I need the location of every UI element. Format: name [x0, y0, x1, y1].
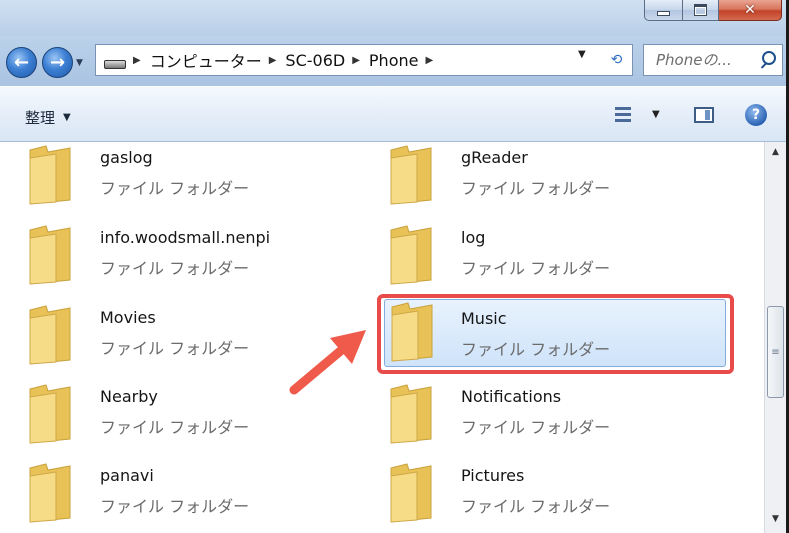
folder-icon [390, 384, 432, 444]
item-name: info.woodsmall.nenpi [100, 228, 271, 247]
command-bar: 整理 ▼ ▼ ? [0, 86, 789, 142]
title-bar: ✕ [0, 0, 789, 36]
item-name: Nearby [100, 387, 158, 406]
scroll-down-button[interactable]: ▼ [765, 509, 786, 529]
item-name: Notifications [461, 387, 562, 406]
item-type: ファイル フォルダー [461, 418, 611, 437]
folder-icon [390, 145, 432, 205]
list-item[interactable]: log ファイル フォルダー [361, 222, 715, 296]
item-type: ファイル フォルダー [100, 179, 250, 198]
help-button[interactable]: ? [745, 104, 767, 126]
list-item[interactable]: info.woodsmall.nenpi ファイル フォルダー [0, 222, 354, 296]
views-dropdown-icon[interactable]: ▼ [652, 109, 660, 120]
item-name: Pictures [461, 466, 525, 485]
item-name: gReader [461, 148, 528, 167]
minimize-icon [657, 11, 670, 16]
arrow-left-icon: ← [13, 52, 30, 73]
close-button[interactable]: ✕ [719, 0, 782, 21]
drive-icon [104, 59, 126, 69]
scroll-thumb[interactable]: ≡ [767, 306, 784, 398]
explorer-window: ✕ ← → ▼ ▶ コンピューター ▶ SC-06D ▶ Phone ▶ ▼ ⟲… [0, 0, 789, 533]
folder-icon [390, 225, 432, 285]
item-name: panavi [100, 466, 154, 485]
list-item-selected[interactable]: Music ファイル フォルダー [384, 299, 726, 367]
folder-icon [390, 463, 432, 523]
change-view-button[interactable] [615, 106, 637, 126]
item-name: gaslog [100, 148, 153, 167]
list-item[interactable]: panavi ファイル フォルダー [0, 460, 354, 533]
preview-pane-button[interactable] [694, 107, 714, 123]
scroll-up-button[interactable]: ▲ [765, 142, 786, 162]
item-type: ファイル フォルダー [100, 497, 250, 516]
list-item[interactable]: Pictures ファイル フォルダー [361, 460, 715, 533]
views-icon-bar [615, 119, 631, 122]
chevron-down-icon: ▼ [63, 112, 71, 123]
arrow-callout-icon [289, 330, 366, 395]
folder-icon [29, 463, 71, 523]
maximize-icon [694, 4, 707, 16]
list-item[interactable]: gReader ファイル フォルダー [361, 142, 715, 216]
recent-pages-dropdown[interactable]: ▼ [76, 58, 84, 68]
item-name: log [461, 228, 486, 247]
organize-label: 整理 [25, 109, 56, 127]
minimize-button[interactable] [644, 0, 683, 21]
caption-buttons: ✕ [644, 0, 782, 22]
breadcrumb-computer[interactable]: コンピューター [150, 48, 262, 72]
item-type: ファイル フォルダー [461, 497, 611, 516]
back-button[interactable]: ← [6, 47, 37, 78]
arrow-right-icon: → [49, 52, 66, 73]
file-list: gaslog ファイル フォルダー info.woodsmall.nenpi フ… [0, 142, 764, 533]
close-icon: ✕ [744, 2, 756, 18]
breadcrumb-phone[interactable]: Phone [369, 51, 419, 70]
item-type: ファイル フォルダー [100, 259, 250, 278]
refresh-button[interactable]: ⟲ [601, 44, 633, 76]
chevron-right-icon[interactable]: ▶ [133, 55, 141, 66]
item-type: ファイル フォルダー [461, 179, 611, 198]
organize-button[interactable]: 整理 ▼ [25, 107, 71, 128]
address-dropdown-icon[interactable]: ▼ [578, 49, 586, 60]
folder-icon [29, 384, 71, 444]
address-bar[interactable]: ▶ コンピューター ▶ SC-06D ▶ Phone ▶ [95, 44, 603, 76]
search-box[interactable] [643, 44, 783, 76]
item-type: ファイル フォルダー [461, 259, 611, 278]
search-icon[interactable] [762, 51, 776, 65]
folder-icon [29, 305, 71, 365]
vertical-scrollbar[interactable]: ▲ ≡ ▼ [764, 142, 786, 533]
forward-button[interactable]: → [42, 47, 73, 78]
folder-icon [29, 225, 71, 285]
item-type: ファイル フォルダー [100, 418, 250, 437]
grip-icon: ≡ [771, 346, 780, 358]
item-name: Music [461, 309, 507, 328]
search-input[interactable] [654, 50, 766, 70]
folder-icon [29, 145, 71, 205]
item-type: ファイル フォルダー [461, 340, 611, 359]
refresh-icon: ⟲ [610, 52, 623, 68]
maximize-button[interactable] [683, 0, 719, 21]
item-name: Movies [100, 308, 156, 327]
chevron-right-icon[interactable]: ▶ [269, 55, 277, 66]
chevron-right-icon[interactable]: ▶ [352, 55, 360, 66]
chevron-right-icon[interactable]: ▶ [425, 55, 433, 66]
list-item[interactable]: gaslog ファイル フォルダー [0, 142, 354, 216]
list-item[interactable]: Notifications ファイル フォルダー [361, 381, 715, 455]
help-icon: ? [751, 107, 761, 123]
views-icon-bar [615, 113, 631, 116]
item-type: ファイル フォルダー [100, 339, 250, 358]
breadcrumb: ▶ コンピューター ▶ SC-06D ▶ Phone ▶ [96, 45, 442, 75]
views-icon [615, 107, 631, 110]
folder-icon [391, 302, 433, 362]
breadcrumb-sc-06d[interactable]: SC-06D [285, 51, 345, 70]
